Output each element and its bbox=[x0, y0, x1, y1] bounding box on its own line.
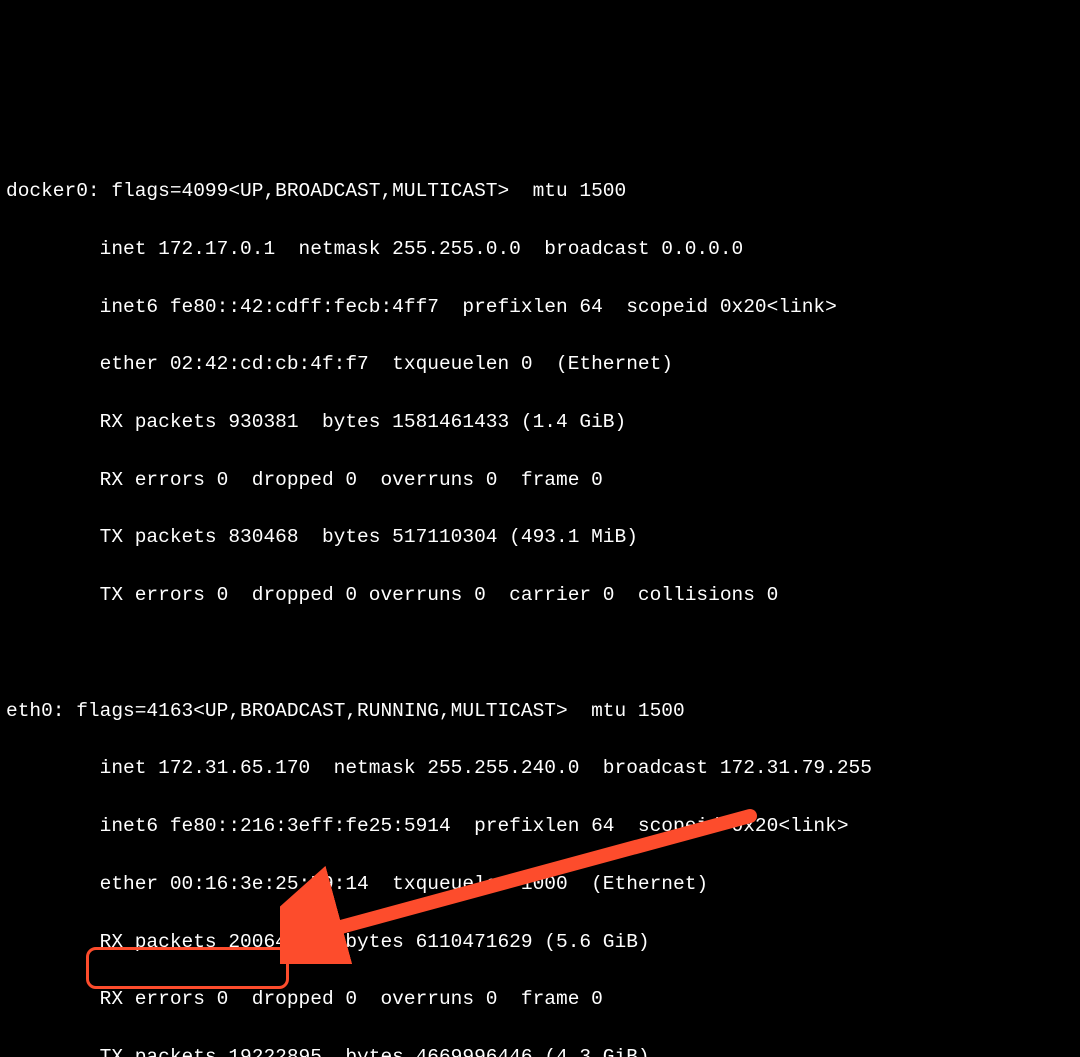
iface-eth0-rxp: RX packets 20064467 bytes 6110471629 (5.… bbox=[6, 928, 1074, 957]
iface-eth0-rxe: RX errors 0 dropped 0 overruns 0 frame 0 bbox=[6, 985, 1074, 1014]
iface-docker0-txe: TX errors 0 dropped 0 overruns 0 carrier… bbox=[6, 581, 1074, 610]
iface-docker0-header: docker0: flags=4099<UP,BROADCAST,MULTICA… bbox=[6, 177, 1074, 206]
iface-docker0-inet6: inet6 fe80::42:cdff:fecb:4ff7 prefixlen … bbox=[6, 293, 1074, 322]
iface-docker0-txp: TX packets 830468 bytes 517110304 (493.1… bbox=[6, 523, 1074, 552]
iface-docker0-inet: inet 172.17.0.1 netmask 255.255.0.0 broa… bbox=[6, 235, 1074, 264]
blank-line bbox=[6, 639, 1074, 668]
terminal-output: docker0: flags=4099<UP,BROADCAST,MULTICA… bbox=[0, 144, 1080, 1057]
iface-docker0-ether: ether 02:42:cd:cb:4f:f7 txqueuelen 0 (Et… bbox=[6, 350, 1074, 379]
iface-eth0-header: eth0: flags=4163<UP,BROADCAST,RUNNING,MU… bbox=[6, 697, 1074, 726]
iface-eth0-inet6: inet6 fe80::216:3eff:fe25:5914 prefixlen… bbox=[6, 812, 1074, 841]
iface-eth0-txp: TX packets 19222895 bytes 4669996446 (4.… bbox=[6, 1043, 1074, 1057]
iface-eth0-inet: inet 172.31.65.170 netmask 255.255.240.0… bbox=[6, 754, 1074, 783]
iface-docker0-rxe: RX errors 0 dropped 0 overruns 0 frame 0 bbox=[6, 466, 1074, 495]
iface-eth0-ether: ether 00:16:3e:25:59:14 txqueuelen 1000 … bbox=[6, 870, 1074, 899]
iface-docker0-rxp: RX packets 930381 bytes 1581461433 (1.4 … bbox=[6, 408, 1074, 437]
